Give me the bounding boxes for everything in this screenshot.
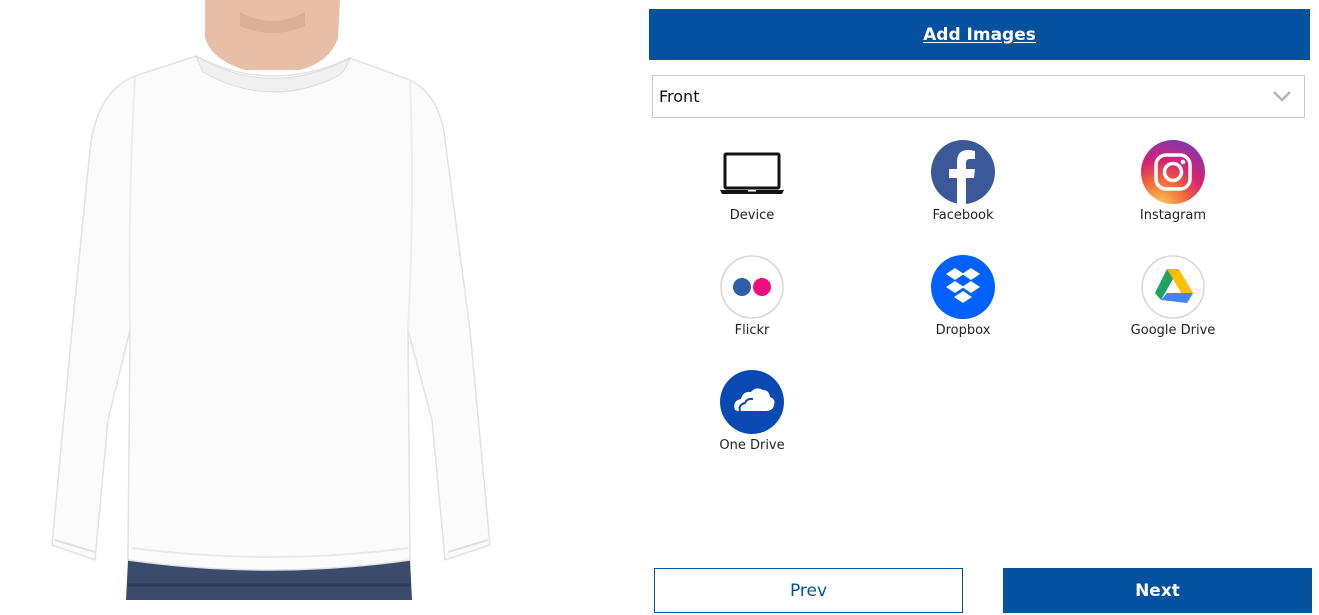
source-google-drive-label: Google Drive bbox=[1130, 323, 1216, 338]
source-device[interactable]: Device bbox=[682, 140, 822, 223]
next-button[interactable]: Next bbox=[1003, 568, 1312, 613]
instagram-icon bbox=[1141, 140, 1205, 204]
source-instagram[interactable]: Instagram bbox=[1103, 140, 1243, 223]
chevron-down-icon bbox=[1273, 91, 1291, 102]
laptop-icon bbox=[720, 140, 784, 204]
side-select[interactable]: Front bbox=[652, 75, 1305, 118]
source-flickr-label: Flickr bbox=[734, 323, 770, 338]
add-images-label: Add Images bbox=[923, 24, 1036, 45]
source-facebook[interactable]: Facebook bbox=[893, 140, 1033, 223]
source-onedrive-label: One Drive bbox=[719, 438, 785, 453]
facebook-icon bbox=[931, 140, 995, 204]
source-dropbox[interactable]: Dropbox bbox=[893, 255, 1033, 338]
flickr-icon bbox=[720, 255, 784, 319]
source-onedrive[interactable]: One Drive bbox=[682, 370, 822, 453]
onedrive-icon bbox=[720, 370, 784, 434]
product-preview bbox=[0, 0, 560, 615]
source-dropbox-label: Dropbox bbox=[935, 323, 991, 338]
source-flickr[interactable]: Flickr bbox=[682, 255, 822, 338]
dropbox-icon bbox=[931, 255, 995, 319]
side-select-value: Front bbox=[659, 87, 700, 106]
google-drive-icon bbox=[1141, 255, 1205, 319]
source-facebook-label: Facebook bbox=[932, 208, 994, 223]
add-images-button[interactable]: Add Images bbox=[649, 9, 1310, 60]
tshirt-image bbox=[51, 0, 491, 600]
prev-button[interactable]: Prev bbox=[654, 568, 963, 613]
source-device-label: Device bbox=[729, 208, 775, 223]
source-instagram-label: Instagram bbox=[1139, 208, 1207, 223]
source-google-drive[interactable]: Google Drive bbox=[1103, 255, 1243, 338]
